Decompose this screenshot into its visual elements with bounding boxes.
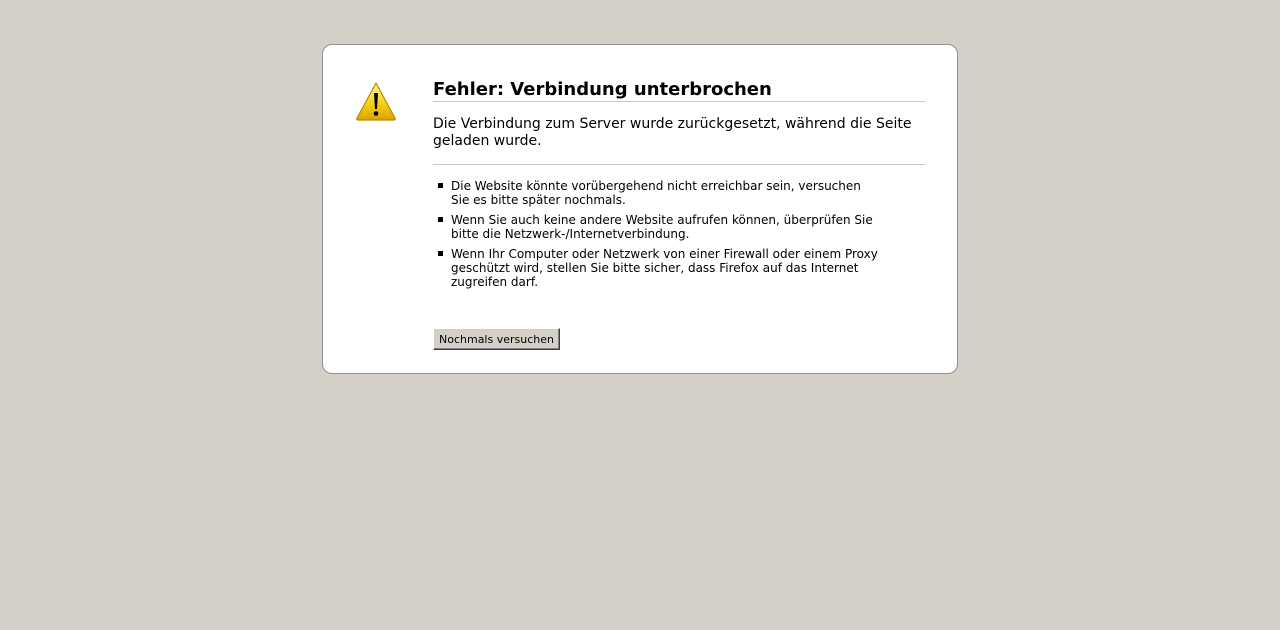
hint-text: Wenn Sie auch keine andere Website aufru… [451, 213, 873, 241]
hint-item: Die Website könnte vorübergehend nicht e… [433, 179, 883, 207]
hint-text: Die Website könnte vorübergehend nicht e… [451, 179, 861, 207]
bullet-icon [438, 217, 443, 222]
hint-text: Wenn Ihr Computer oder Netzwerk von eine… [451, 247, 878, 289]
error-description: Die Verbindung zum Server wurde zurückge… [433, 116, 925, 165]
warning-icon [356, 82, 396, 121]
hint-item: Wenn Sie auch keine andere Website aufru… [433, 213, 883, 241]
hint-list: Die Website könnte vorübergehend nicht e… [433, 179, 883, 289]
error-title: Fehler: Verbindung unterbrochen [433, 79, 925, 102]
error-page-container: Fehler: Verbindung unterbrochen Die Verb… [322, 44, 958, 374]
bullet-icon [438, 251, 443, 256]
hint-item: Wenn Ihr Computer oder Netzwerk von eine… [433, 247, 883, 289]
bullet-icon [438, 183, 443, 188]
retry-button[interactable]: Nochmals versuchen [433, 328, 560, 350]
error-content: Fehler: Verbindung unterbrochen Die Verb… [433, 79, 925, 350]
